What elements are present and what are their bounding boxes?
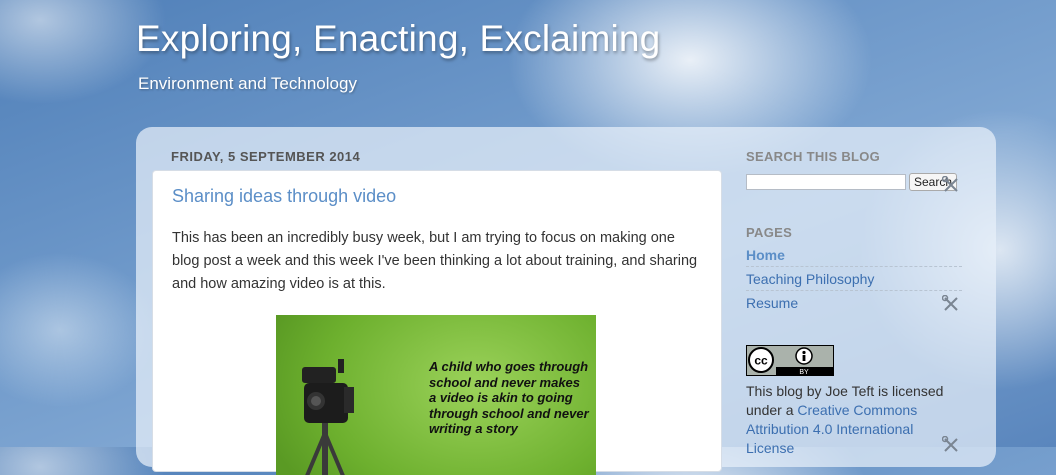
by-badge-text: BY [799,369,809,376]
page-link-teaching-philosophy[interactable]: Teaching Philosophy [746,267,962,291]
search-widget-title: Search This Blog [746,149,881,164]
search-form: Search [746,173,958,191]
image-quote: A child who goes through school and neve… [429,359,589,436]
post-card: Sharing ideas through video This has bee… [152,170,722,475]
wrench-screwdriver-icon[interactable] [942,436,960,454]
cc-badge-text: cc [754,354,768,368]
pages-list: Home Teaching Philosophy Resume [746,243,962,314]
wrench-screwdriver-icon[interactable] [942,176,960,194]
post-date: Friday, 5 September 2014 [171,149,361,164]
wrench-screwdriver-icon[interactable] [942,295,960,313]
video-camera-icon [302,359,354,475]
blog-description: Environment and Technology [138,74,357,93]
post-body-text: This has been an incredibly busy week, b… [172,230,698,292]
blog-header: Exploring, Enacting, Exclaiming Environm… [136,18,660,94]
post-title-link[interactable]: Sharing ideas through video [172,186,396,207]
content-panel: Friday, 5 September 2014 Sharing ideas t… [136,127,996,475]
sidebar: Search This Blog Search Pages Home Teach… [746,149,966,456]
page-link-resume[interactable]: Resume [746,291,962,314]
search-input[interactable] [746,174,906,190]
page-link-home[interactable]: Home [746,243,962,267]
post-image[interactable]: A child who goes through school and neve… [276,315,596,475]
blog-title[interactable]: Exploring, Enacting, Exclaiming [136,18,660,60]
creative-commons-badge[interactable]: cc BY [746,345,834,376]
pages-widget-title: Pages [746,225,793,240]
